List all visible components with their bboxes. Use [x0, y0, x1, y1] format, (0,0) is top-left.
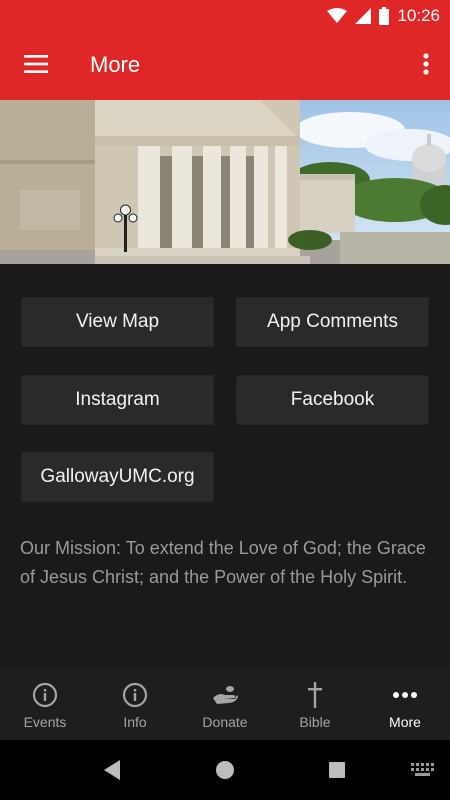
home-icon[interactable] [213, 758, 237, 782]
page-title: More [90, 52, 141, 77]
hero-image [0, 100, 450, 264]
app-bar: More [0, 32, 450, 100]
nav-label-info: Info [123, 714, 147, 730]
more-horiz-icon [392, 682, 418, 708]
website-button[interactable]: GallowayUMC.org [21, 452, 214, 502]
status-time: 10:26 [397, 6, 440, 25]
info-circle-icon [122, 682, 148, 708]
more-vert-icon[interactable] [412, 42, 440, 86]
hamburger-menu-icon[interactable] [14, 42, 58, 86]
battery-icon [379, 7, 390, 25]
recents-icon[interactable] [325, 758, 349, 782]
info-circle-icon [32, 682, 58, 708]
nav-label-more: More [389, 714, 421, 730]
keyboard-icon[interactable] [410, 758, 436, 782]
donate-hand-icon [211, 682, 239, 708]
view-map-button[interactable]: View Map [21, 297, 214, 347]
nav-item-bible[interactable]: Bible [270, 670, 360, 740]
wifi-icon [327, 8, 348, 23]
facebook-button[interactable]: Facebook [236, 375, 429, 425]
nav-item-info[interactable]: Info [90, 670, 180, 740]
system-nav-bar [0, 740, 450, 800]
nav-item-donate[interactable]: Donate [180, 670, 270, 740]
bottom-nav: Events Info Donate Bible More [0, 670, 450, 740]
mission-statement: Our Mission: To extend the Love of God; … [20, 538, 426, 587]
nav-item-events[interactable]: Events [0, 670, 90, 740]
instagram-button[interactable]: Instagram [21, 375, 214, 425]
nav-label-events: Events [23, 714, 67, 730]
more-content: View Map App Comments Instagram Facebook… [0, 264, 450, 670]
status-bar: 10:26 [0, 0, 450, 32]
cross-icon [307, 682, 323, 708]
signal-icon [355, 8, 372, 24]
nav-item-more[interactable]: More [360, 670, 450, 740]
nav-label-donate: Donate [202, 714, 248, 730]
back-icon[interactable] [100, 758, 124, 782]
status-icons: 10:26 [327, 6, 440, 26]
nav-label-bible: Bible [299, 714, 331, 730]
app-comments-button[interactable]: App Comments [236, 297, 429, 347]
